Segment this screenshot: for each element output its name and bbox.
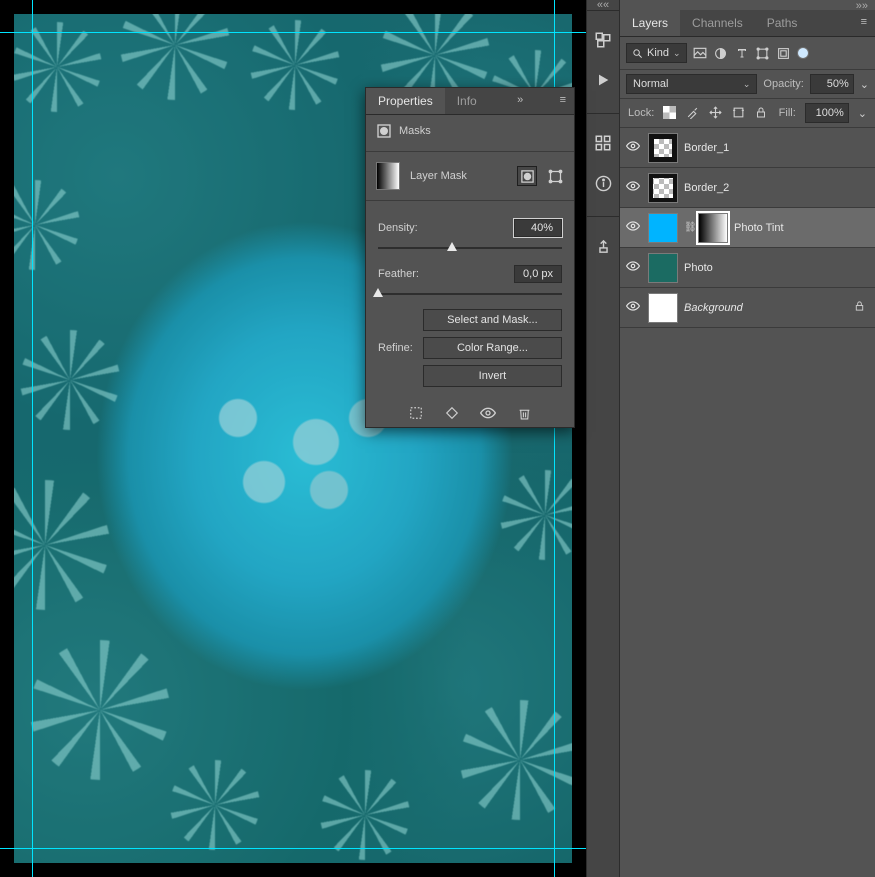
visibility-toggle[interactable] xyxy=(624,181,642,194)
tab-properties[interactable]: Properties xyxy=(366,88,445,114)
collapse-panel-icon[interactable]: » xyxy=(509,88,531,114)
vector-mask-icon[interactable] xyxy=(546,167,564,185)
select-and-mask-button[interactable]: Select and Mask... xyxy=(423,309,562,331)
guide-top[interactable] xyxy=(0,32,586,33)
mask-type-label: Layer Mask xyxy=(410,170,467,182)
layers-panel: »» Layers Channels Paths ≡ Kind ⌄ Normal… xyxy=(619,0,875,877)
filter-kind-select[interactable]: Kind ⌄ xyxy=(626,43,687,63)
layer-thumbnail[interactable] xyxy=(648,293,678,323)
opacity-input[interactable]: 50% xyxy=(810,74,854,94)
guide-bottom[interactable] xyxy=(0,848,586,849)
swatches-icon[interactable] xyxy=(592,132,614,154)
actions-icon[interactable] xyxy=(592,69,614,91)
visibility-toggle[interactable] xyxy=(624,301,642,314)
filter-kind-label: Kind xyxy=(647,47,669,59)
lock-transparency-icon[interactable] xyxy=(663,106,677,120)
fill-input[interactable]: 100% xyxy=(805,103,849,123)
lock-artboard-icon[interactable] xyxy=(732,106,746,120)
filter-type-icon[interactable] xyxy=(734,45,750,61)
invert-button[interactable]: Invert xyxy=(423,365,562,387)
density-label: Density: xyxy=(378,222,418,234)
panel-menu-icon[interactable]: ≡ xyxy=(853,10,875,36)
lock-label: Lock: xyxy=(628,107,654,119)
mask-preview-thumbnail[interactable] xyxy=(376,162,400,190)
info-icon[interactable] xyxy=(592,172,614,194)
color-range-button[interactable]: Color Range... xyxy=(423,337,562,359)
filter-pixel-icon[interactable] xyxy=(692,45,708,61)
refine-label: Refine: xyxy=(378,342,413,354)
layer-name[interactable]: Background xyxy=(684,302,743,314)
layer-name[interactable]: Photo Tint xyxy=(734,222,784,234)
layer-row[interactable]: Photo xyxy=(620,248,875,288)
filter-adjustment-icon[interactable] xyxy=(713,45,729,61)
feather-label: Feather: xyxy=(378,268,419,280)
filter-smart-icon[interactable] xyxy=(776,45,792,61)
mask-mode-icon xyxy=(376,123,392,139)
history-icon[interactable] xyxy=(592,29,614,51)
layer-name[interactable]: Border_2 xyxy=(684,182,729,194)
layer-mask-thumbnail[interactable] xyxy=(698,213,728,243)
properties-section-label: Masks xyxy=(399,125,431,137)
layer-thumbnail[interactable] xyxy=(648,253,678,283)
expand-panel-icon[interactable]: »» xyxy=(620,0,875,10)
layer-name[interactable]: Photo xyxy=(684,262,713,274)
dock-strip: «« xyxy=(586,0,619,877)
layer-thumbnail[interactable] xyxy=(648,213,678,243)
layer-row[interactable]: Border_1 xyxy=(620,128,875,168)
lock-position-icon[interactable] xyxy=(709,106,723,120)
collapse-dock-icon[interactable]: «« xyxy=(587,0,619,10)
layer-row[interactable]: Background xyxy=(620,288,875,328)
blend-mode-value: Normal xyxy=(633,78,668,90)
fill-label: Fill: xyxy=(779,107,796,119)
layer-thumbnail[interactable] xyxy=(648,133,678,163)
guide-left[interactable] xyxy=(32,0,33,877)
density-slider[interactable] xyxy=(378,241,562,255)
lock-pixels-icon[interactable] xyxy=(686,106,700,120)
toggle-mask-icon[interactable] xyxy=(480,405,496,421)
visibility-toggle[interactable] xyxy=(624,221,642,234)
blend-mode-select[interactable]: Normal ⌄ xyxy=(626,74,757,94)
filter-shape-icon[interactable] xyxy=(755,45,771,61)
layer-thumbnail[interactable] xyxy=(648,173,678,203)
apply-mask-icon[interactable] xyxy=(444,405,460,421)
fill-popup-icon[interactable]: ⌄ xyxy=(858,107,867,120)
filter-toggle[interactable] xyxy=(797,47,809,59)
feather-slider[interactable] xyxy=(378,287,562,301)
opacity-label: Opacity: xyxy=(763,78,803,90)
tab-paths[interactable]: Paths xyxy=(755,10,810,36)
layer-row[interactable]: Border_2 xyxy=(620,168,875,208)
opacity-popup-icon[interactable]: ⌄ xyxy=(860,78,869,91)
layer-row[interactable]: ⛓ Photo Tint xyxy=(620,208,875,248)
visibility-toggle[interactable] xyxy=(624,141,642,154)
feather-input[interactable]: 0,0 px xyxy=(514,265,562,283)
visibility-toggle[interactable] xyxy=(624,261,642,274)
pixel-mask-icon[interactable] xyxy=(518,167,536,185)
tab-info[interactable]: Info xyxy=(445,88,489,114)
tab-layers[interactable]: Layers xyxy=(620,10,680,36)
load-selection-icon[interactable] xyxy=(408,405,424,421)
delete-mask-icon[interactable] xyxy=(516,405,532,421)
panel-menu-icon[interactable]: ≡ xyxy=(552,88,574,114)
mask-link-icon[interactable]: ⛓ xyxy=(684,222,692,233)
lock-all-icon[interactable] xyxy=(755,106,769,120)
tab-channels[interactable]: Channels xyxy=(680,10,755,36)
lock-indicator-icon xyxy=(854,300,865,315)
clone-source-icon[interactable] xyxy=(592,235,614,257)
density-input[interactable]: 40% xyxy=(514,219,562,237)
properties-panel[interactable]: Properties Info » ≡ Masks Layer Mask Den… xyxy=(365,87,575,428)
layer-name[interactable]: Border_1 xyxy=(684,142,729,154)
